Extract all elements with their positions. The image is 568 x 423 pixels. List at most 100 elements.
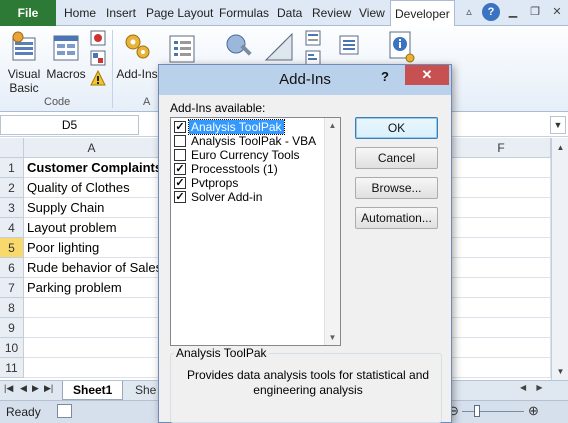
cell-a6[interactable]: Rude behavior of Sales (24, 258, 160, 278)
dialog-titlebar[interactable]: Add-Ins ? ✕ (159, 65, 451, 95)
cell-a8[interactable] (24, 298, 160, 318)
row-header-selected[interactable]: 5 (0, 238, 24, 258)
row-header[interactable]: 10 (0, 338, 24, 358)
addin-item[interactable]: Analysis ToolPak - VBA (174, 134, 318, 148)
addin-item[interactable]: ✓ Pvtprops (174, 176, 240, 190)
restore-icon[interactable]: ❐ (526, 3, 544, 21)
list-scroll-down-icon[interactable]: ▼ (325, 330, 340, 345)
name-box[interactable]: D5 (0, 115, 139, 135)
sheet-tab-sheet1[interactable]: Sheet1 (62, 381, 124, 400)
addin-checkbox[interactable]: ✓ (174, 191, 186, 203)
dialog-close-icon[interactable]: ✕ (405, 65, 449, 85)
tab-insert[interactable]: Insert (102, 0, 140, 26)
tab-developer[interactable]: Developer (390, 0, 455, 27)
row-header[interactable]: 1 (0, 158, 24, 178)
visual-basic-button[interactable]: Visual Basic (4, 30, 44, 95)
cell-a3[interactable]: Supply Chain (24, 198, 160, 218)
design-mode-icon[interactable] (262, 30, 296, 64)
scroll-up-icon[interactable]: ▲ (553, 140, 568, 155)
expand-formula-bar-icon[interactable]: ▼ (550, 116, 566, 134)
help-icon[interactable]: ? (482, 3, 500, 21)
addin-item[interactable]: Euro Currency Tools (174, 148, 302, 162)
scroll-down-icon[interactable]: ▼ (553, 364, 568, 379)
prev-sheet-icon[interactable]: ◀ (20, 383, 27, 394)
listbox-scrollbar[interactable]: ▲ ▼ (324, 118, 340, 345)
close-icon[interactable]: ✕ (548, 3, 566, 21)
row-header[interactable]: 11 (0, 358, 24, 378)
addin-checkbox[interactable]: ✓ (174, 121, 186, 133)
macro-recording-icon[interactable] (57, 404, 72, 418)
relative-references-icon[interactable] (90, 50, 106, 66)
horizontal-scrollbar[interactable]: ◀ ▶ (520, 383, 550, 398)
cell-f6[interactable] (452, 258, 551, 278)
minimize-icon[interactable]: ▁ (504, 3, 522, 21)
tab-home[interactable]: Home (60, 0, 100, 26)
cancel-button[interactable]: Cancel (355, 147, 438, 169)
row-header[interactable]: 4 (0, 218, 24, 238)
cell-f7[interactable] (452, 278, 551, 298)
row-header[interactable]: 9 (0, 318, 24, 338)
addin-checkbox[interactable] (174, 135, 186, 147)
cell-f8[interactable] (452, 298, 551, 318)
cell-a10[interactable] (24, 338, 160, 358)
row-header[interactable]: 3 (0, 198, 24, 218)
column-header-a[interactable]: A (24, 138, 160, 158)
cell-a4[interactable]: Layout problem (24, 218, 160, 238)
document-panel-icon[interactable] (384, 30, 418, 64)
column-header-f[interactable]: F (452, 138, 551, 158)
vertical-scrollbar[interactable]: ▲ ▼ (551, 138, 568, 382)
tab-file[interactable]: File (0, 0, 56, 26)
minimize-ribbon-icon[interactable]: ▵ (460, 3, 478, 21)
list-scroll-up-icon[interactable]: ▲ (325, 118, 340, 133)
insert-controls-icon[interactable] (222, 30, 256, 64)
cell-a5[interactable]: Poor lighting (24, 238, 160, 258)
last-sheet-icon[interactable]: ▶| (44, 383, 53, 394)
cell-f10[interactable] (452, 338, 551, 358)
tab-data[interactable]: Data (273, 0, 306, 26)
row-header[interactable]: 8 (0, 298, 24, 318)
addins-listbox[interactable]: ✓ Analysis ToolPak Analysis ToolPak - VB… (170, 117, 341, 346)
com-addins-icon[interactable] (166, 32, 200, 66)
row-header[interactable]: 6 (0, 258, 24, 278)
cell-f5[interactable] (452, 238, 551, 258)
addin-checkbox[interactable]: ✓ (174, 163, 186, 175)
cell-f4[interactable] (452, 218, 551, 238)
dialog-help-button[interactable]: ? (381, 69, 389, 84)
cell-a9[interactable] (24, 318, 160, 338)
cell-a1[interactable]: Customer Complaints (24, 158, 160, 178)
first-sheet-icon[interactable]: |◀ (4, 383, 13, 394)
addin-checkbox[interactable]: ✓ (174, 177, 186, 189)
sheet-tab-sheet2[interactable]: She (131, 381, 160, 400)
row-header[interactable]: 7 (0, 278, 24, 298)
properties-icon[interactable] (305, 30, 321, 46)
tab-formulas[interactable]: Formulas (215, 0, 273, 26)
zoom-slider-thumb[interactable] (474, 405, 480, 417)
browse-button[interactable]: Browse... (355, 177, 438, 199)
cell-f9[interactable] (452, 318, 551, 338)
macros-button[interactable]: Macros (45, 30, 87, 81)
zoom-in-icon[interactable]: ⊕ (528, 403, 539, 419)
ok-button[interactable]: OK (355, 117, 438, 139)
automation-button[interactable]: Automation... (355, 207, 438, 229)
select-all-corner[interactable] (0, 138, 24, 158)
addins-ribbon-button[interactable]: Add-Ins (116, 30, 158, 81)
addin-item[interactable]: ✓ Solver Add-in (174, 190, 264, 204)
row-header[interactable]: 2 (0, 178, 24, 198)
cell-a7[interactable]: Parking problem (24, 278, 160, 298)
tab-review[interactable]: Review (308, 0, 355, 26)
macro-security-icon[interactable] (90, 70, 106, 86)
cell-f1[interactable] (452, 158, 551, 178)
zoom-slider-track[interactable] (462, 411, 524, 412)
cell-f3[interactable] (452, 198, 551, 218)
addin-checkbox[interactable] (174, 149, 186, 161)
scroll-left-icon[interactable]: ◀ (520, 383, 526, 392)
source-icon[interactable] (338, 34, 360, 56)
cell-f11[interactable] (452, 358, 551, 378)
cell-a2[interactable]: Quality of Clothes (24, 178, 160, 198)
cell-a11[interactable] (24, 358, 160, 378)
tab-view[interactable]: View (355, 0, 389, 26)
next-sheet-icon[interactable]: ▶ (32, 383, 39, 394)
tab-page-layout[interactable]: Page Layout (142, 0, 217, 26)
record-macro-icon[interactable] (90, 30, 106, 46)
addin-item[interactable]: ✓ Analysis ToolPak (174, 119, 285, 135)
